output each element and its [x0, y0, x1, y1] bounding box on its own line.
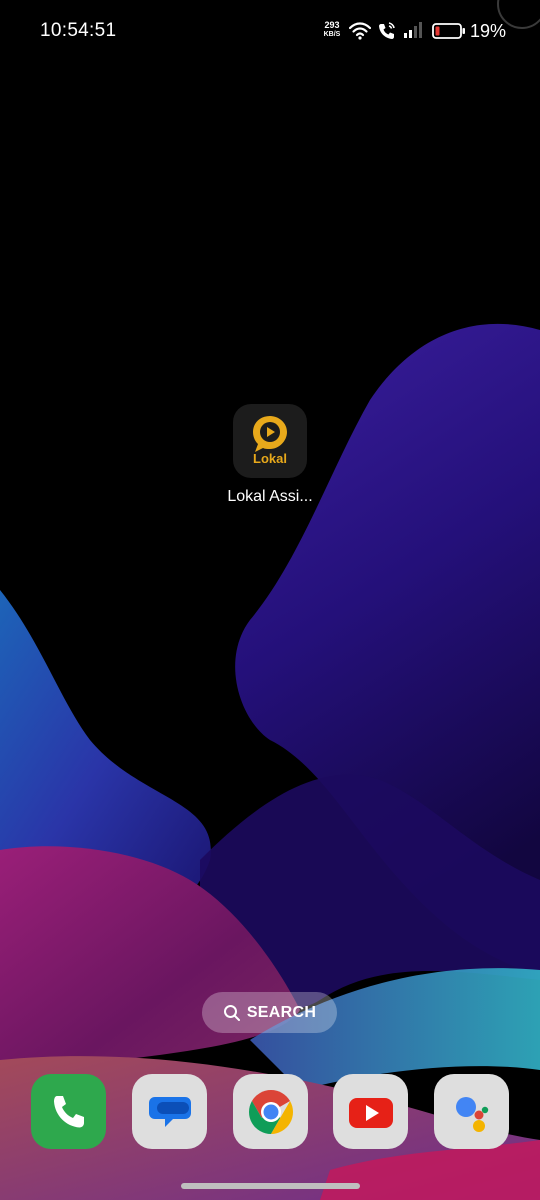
google-assistant-icon — [455, 1096, 488, 1132]
network-speed-value: 293 — [324, 20, 340, 30]
wifi-icon — [349, 22, 371, 40]
phone-icon — [53, 1095, 84, 1127]
dock-chrome[interactable] — [233, 1074, 308, 1149]
wifi-call-icon — [379, 22, 395, 39]
dock-assistant[interactable] — [434, 1074, 509, 1149]
battery-percentage: 19% — [470, 21, 507, 41]
dock-phone[interactable] — [31, 1074, 106, 1149]
network-speed-unit: KB/S — [323, 31, 341, 38]
search-label: SEARCH — [246, 1003, 317, 1021]
clock: 10:54:51 — [40, 20, 117, 41]
chrome-icon — [248, 1089, 293, 1134]
battery-low-icon — [432, 23, 465, 39]
network-speed-indicator: 293 KB/S — [320, 21, 344, 39]
lokal-app-icon: Lokal — [233, 404, 307, 478]
app-lokal-assistant[interactable]: Lokal Lokal Assi... — [218, 404, 322, 506]
signal-icon — [404, 22, 422, 38]
status-bar: 10:54:51 293 KB/S 19% — [0, 0, 540, 62]
app-label: Lokal Assi... — [227, 488, 313, 505]
lokal-logo-icon — [253, 416, 287, 452]
dock-youtube[interactable] — [333, 1074, 408, 1149]
gesture-navigation-bar[interactable] — [181, 1183, 360, 1189]
search-icon — [223, 1004, 240, 1021]
lokal-icon-text: Lokal — [253, 451, 287, 466]
dock-messages[interactable] — [132, 1074, 207, 1149]
messages-icon — [148, 1096, 191, 1127]
youtube-icon — [348, 1097, 393, 1128]
search-button[interactable]: SEARCH — [202, 992, 337, 1033]
